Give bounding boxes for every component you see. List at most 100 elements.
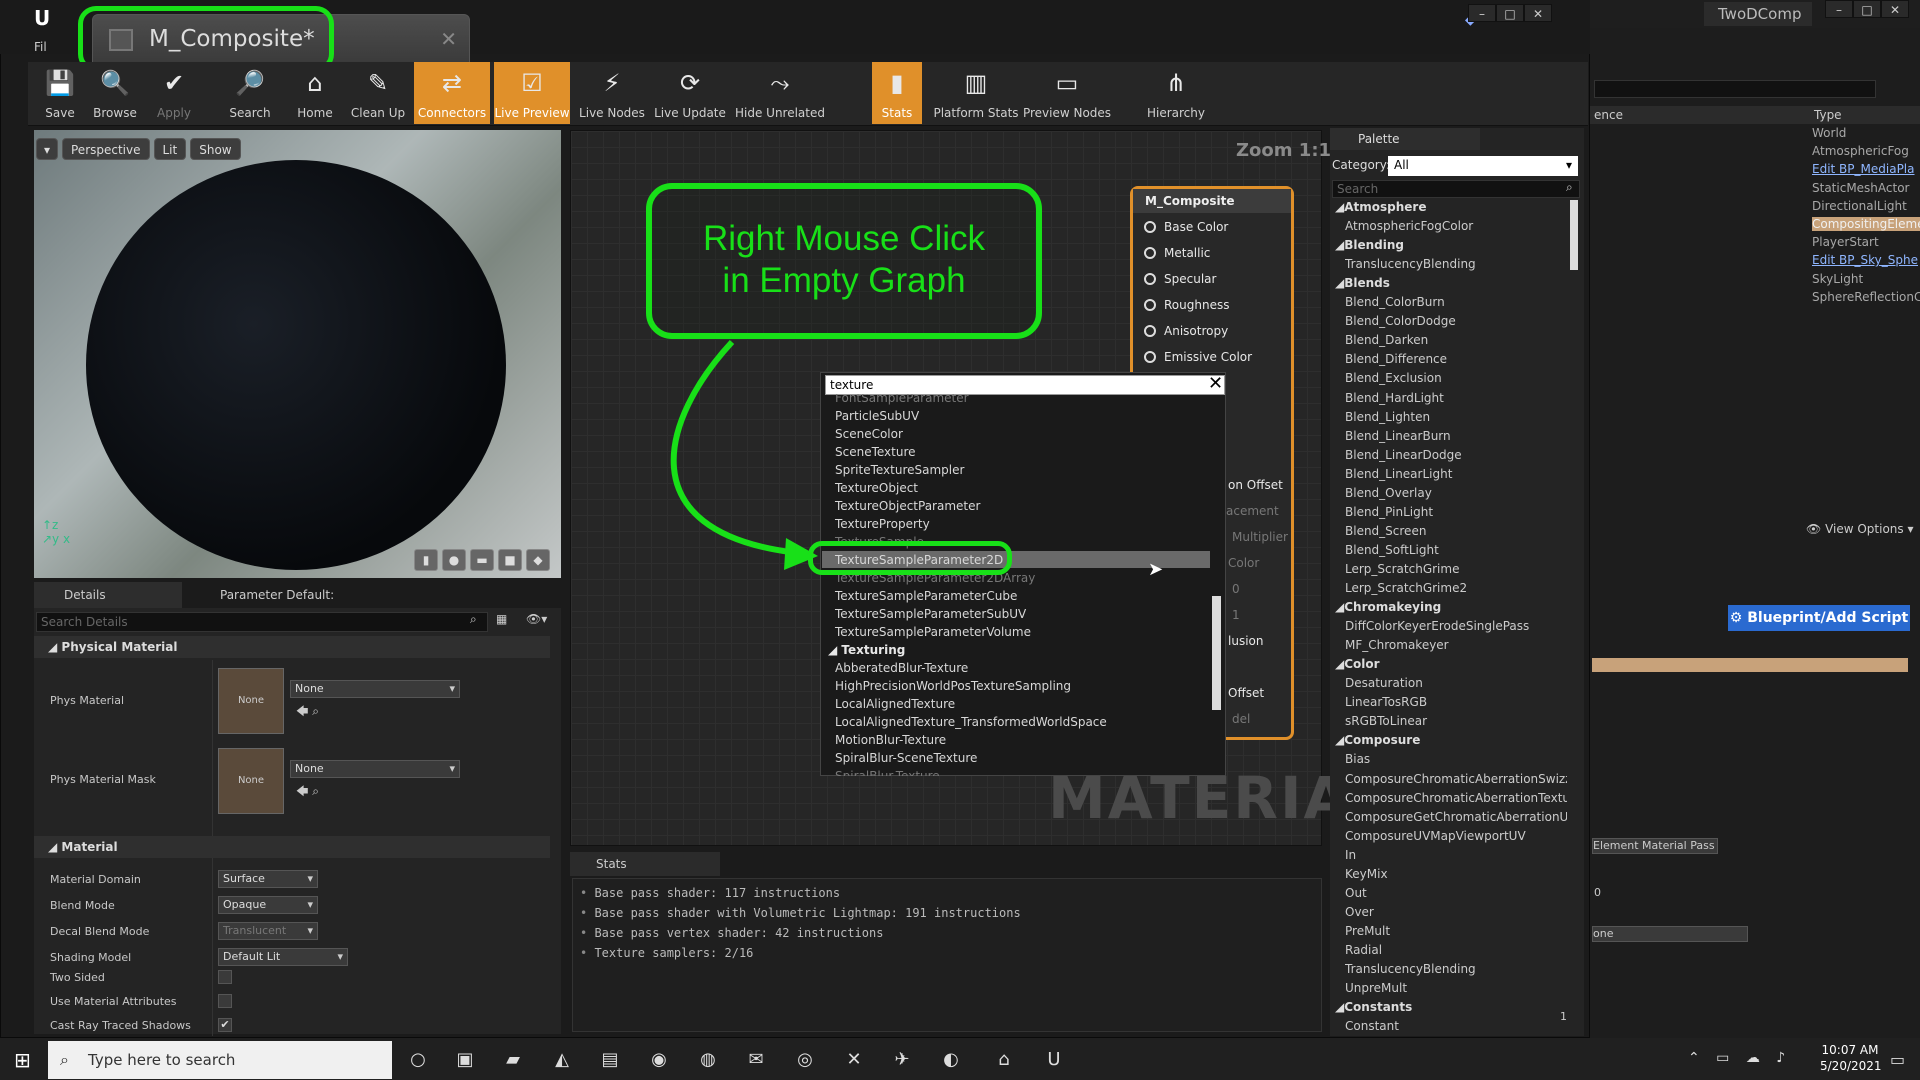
palette-item[interactable]: TranslucencyBlending [1345,962,1567,976]
toolbar-button-hide-unrelated[interactable]: ⤳ Hide Unrelated [730,62,830,124]
palette-item[interactable]: Blend_Lighten [1345,410,1567,424]
result-node-pin[interactable]: Roughness [1144,298,1229,312]
palette-item[interactable]: Lerp_ScratchGrime [1345,562,1567,576]
outliner-row-type[interactable]: AtmosphericFog [1812,144,1920,158]
result-node-pin[interactable]: Metallic [1144,246,1210,260]
palette-category[interactable]: ◢Blends [1335,276,1390,290]
file-explorer-icon[interactable]: ▰ [499,1046,527,1074]
toolbar-button-home[interactable]: ⌂ Home [288,62,342,124]
outliner-row-type[interactable]: Edit BP_Sky_Sphe [1812,253,1920,267]
palette-item[interactable]: ComposureUVMapViewportUV [1345,829,1567,843]
palette-item[interactable]: Desaturation [1345,676,1567,690]
notification-icon[interactable]: ▭ [1890,1050,1905,1069]
palette-item[interactable]: Radial [1345,943,1567,957]
context-menu-item[interactable]: ParticleSubUV [835,409,919,423]
value-field[interactable]: 0 [1594,886,1601,899]
toolbar-button-browse[interactable]: 🔍 Browse [86,62,144,124]
toolbar-button-live-update[interactable]: ⟳ Live Update [652,62,728,124]
material-row-combo[interactable]: Surface [218,870,318,888]
palette-item[interactable]: Blend_PinLight [1345,505,1567,519]
outliner-row-type[interactable]: Edit BP_MediaPla [1812,162,1920,176]
palette-search-input[interactable]: Search [1332,180,1580,198]
palette-item[interactable]: TranslucencyBlending [1345,257,1567,271]
maximize-icon[interactable]: □ [1496,4,1524,22]
minimize-icon[interactable]: – [1468,4,1496,22]
palette-item[interactable]: Blend_LinearLight [1345,467,1567,481]
palette-item[interactable]: Blend_Exclusion [1345,371,1567,385]
context-menu-item[interactable]: TextureSampleParameterSubUV [835,607,1026,621]
vr-icon[interactable]: ◐ [937,1046,965,1074]
stats-tab[interactable]: Stats [570,852,720,876]
palette-category[interactable]: ◢Color [1335,657,1380,671]
palette-item[interactable]: Constant [1345,1019,1567,1033]
result-node-pin[interactable]: Anisotropy [1144,324,1228,338]
palette-item[interactable]: UnpreMult [1345,981,1567,995]
palette-item[interactable]: Blend_HardLight [1345,391,1567,405]
result-node-pin[interactable]: Specular [1144,272,1216,286]
obs-icon[interactable]: ◎ [791,1046,819,1074]
result-node-pin[interactable]: Base Color [1144,220,1228,234]
context-menu-item[interactable]: TextureSampleParameterCube [835,589,1017,603]
palette-item[interactable]: Blend_Screen [1345,524,1567,538]
context-menu-item[interactable]: SpriteTextureSampler [835,463,964,477]
context-menu-item[interactable]: LocalAlignedTexture [835,697,955,711]
palette-item[interactable]: In [1345,848,1567,862]
outliner-row-type[interactable]: SkyLight [1812,272,1920,286]
ubuntu-icon[interactable]: ◉ [645,1046,673,1074]
palette-item[interactable]: MF_Chromakeyer [1345,638,1567,652]
notify-app-icon[interactable]: ✈ [888,1046,916,1074]
windows-start-icon[interactable]: ⊞ [14,1048,31,1072]
palette-item[interactable]: Blend_Darken [1345,333,1567,347]
context-search-input[interactable]: texture [825,375,1225,395]
palette-item[interactable]: LinearTosRGB [1345,695,1567,709]
context-category[interactable]: ◢ Texturing [828,643,905,657]
palette-item[interactable]: ComposureChromaticAberrationSwizz [1345,772,1567,786]
material-row-combo[interactable]: Opaque [218,896,318,914]
unreal-icon[interactable]: U [1040,1046,1068,1074]
mail-icon[interactable]: ✉ [742,1046,770,1074]
outliner-search-input[interactable] [1594,80,1876,98]
context-menu-item[interactable]: TextureSampleParameterVolume [835,625,1031,639]
palette-category-combo[interactable]: All [1388,156,1578,176]
system-tray-icons[interactable]: ⌃ ▭ ☁ ♪ [1688,1050,1791,1066]
vscode-icon[interactable]: ◭ [548,1046,576,1074]
outliner-row-type[interactable]: CompositingEleme [1812,217,1920,231]
cortana-icon[interactable]: ○ [404,1046,432,1074]
lit-button[interactable]: Lit [153,138,187,160]
palette-scrollbar[interactable] [1570,200,1578,270]
toolbar-button-save[interactable]: 💾 Save [34,62,86,124]
tab-close-icon[interactable]: ✕ [440,27,457,51]
palette-category[interactable]: ◢Constants [1335,1000,1412,1014]
toolbar-button-platform-stats[interactable]: ▥ Platform Stats [930,62,1022,124]
context-menu-item[interactable]: TextureProperty [835,517,930,531]
context-menu-item[interactable]: SceneTexture [835,445,916,459]
outliner-row-type[interactable]: PlayerStart [1812,235,1920,249]
taskbar-search-input[interactable]: Type here to search [48,1041,392,1079]
outliner-row-type[interactable]: StaticMeshActor [1812,181,1920,195]
home-app-icon[interactable]: ⌂ [990,1046,1018,1074]
search-icon[interactable]: ⌕ [1566,180,1573,195]
right-combo[interactable]: one [1592,926,1748,942]
toolbar-button-clean-up[interactable]: ✎ Clean Up [346,62,410,124]
close-icon[interactable]: ✕ [1881,0,1909,18]
toolbar-button-stats[interactable]: ▮ Stats [872,62,922,124]
minimize-icon[interactable]: – [1825,0,1853,18]
close-icon[interactable]: ✕ [1524,4,1552,22]
palette-tab[interactable]: Palette [1330,128,1480,150]
viewport-options-icon[interactable]: ▾ [36,138,58,160]
outliner-row-type[interactable]: SphereReflectionC [1812,290,1920,304]
use-selected-arrow-icon[interactable]: 🡄 ⌕ [296,782,319,803]
section-material[interactable]: ◢ Material [34,836,550,858]
context-menu-item[interactable]: TextureObject [835,481,918,495]
palette-item[interactable]: Blend_Difference [1345,352,1567,366]
store-icon[interactable]: ▤ [596,1046,624,1074]
palette-item[interactable]: DiffColorKeyerErodeSinglePass [1345,619,1567,633]
palette-item[interactable]: Blend_Overlay [1345,486,1567,500]
outliner-row-type[interactable]: DirectionalLight [1812,199,1920,213]
context-menu-item[interactable]: LocalAlignedTexture_TransformedWorldSpac… [835,715,1107,729]
context-menu-item[interactable]: HighPrecisionWorldPosTextureSampling [835,679,1071,693]
context-menu-item[interactable]: TextureObjectParameter [835,499,980,513]
outliner-row-type[interactable]: World [1812,126,1920,140]
palette-item[interactable]: PreMult [1345,924,1567,938]
context-menu-item[interactable]: MotionBlur-Texture [835,733,946,747]
